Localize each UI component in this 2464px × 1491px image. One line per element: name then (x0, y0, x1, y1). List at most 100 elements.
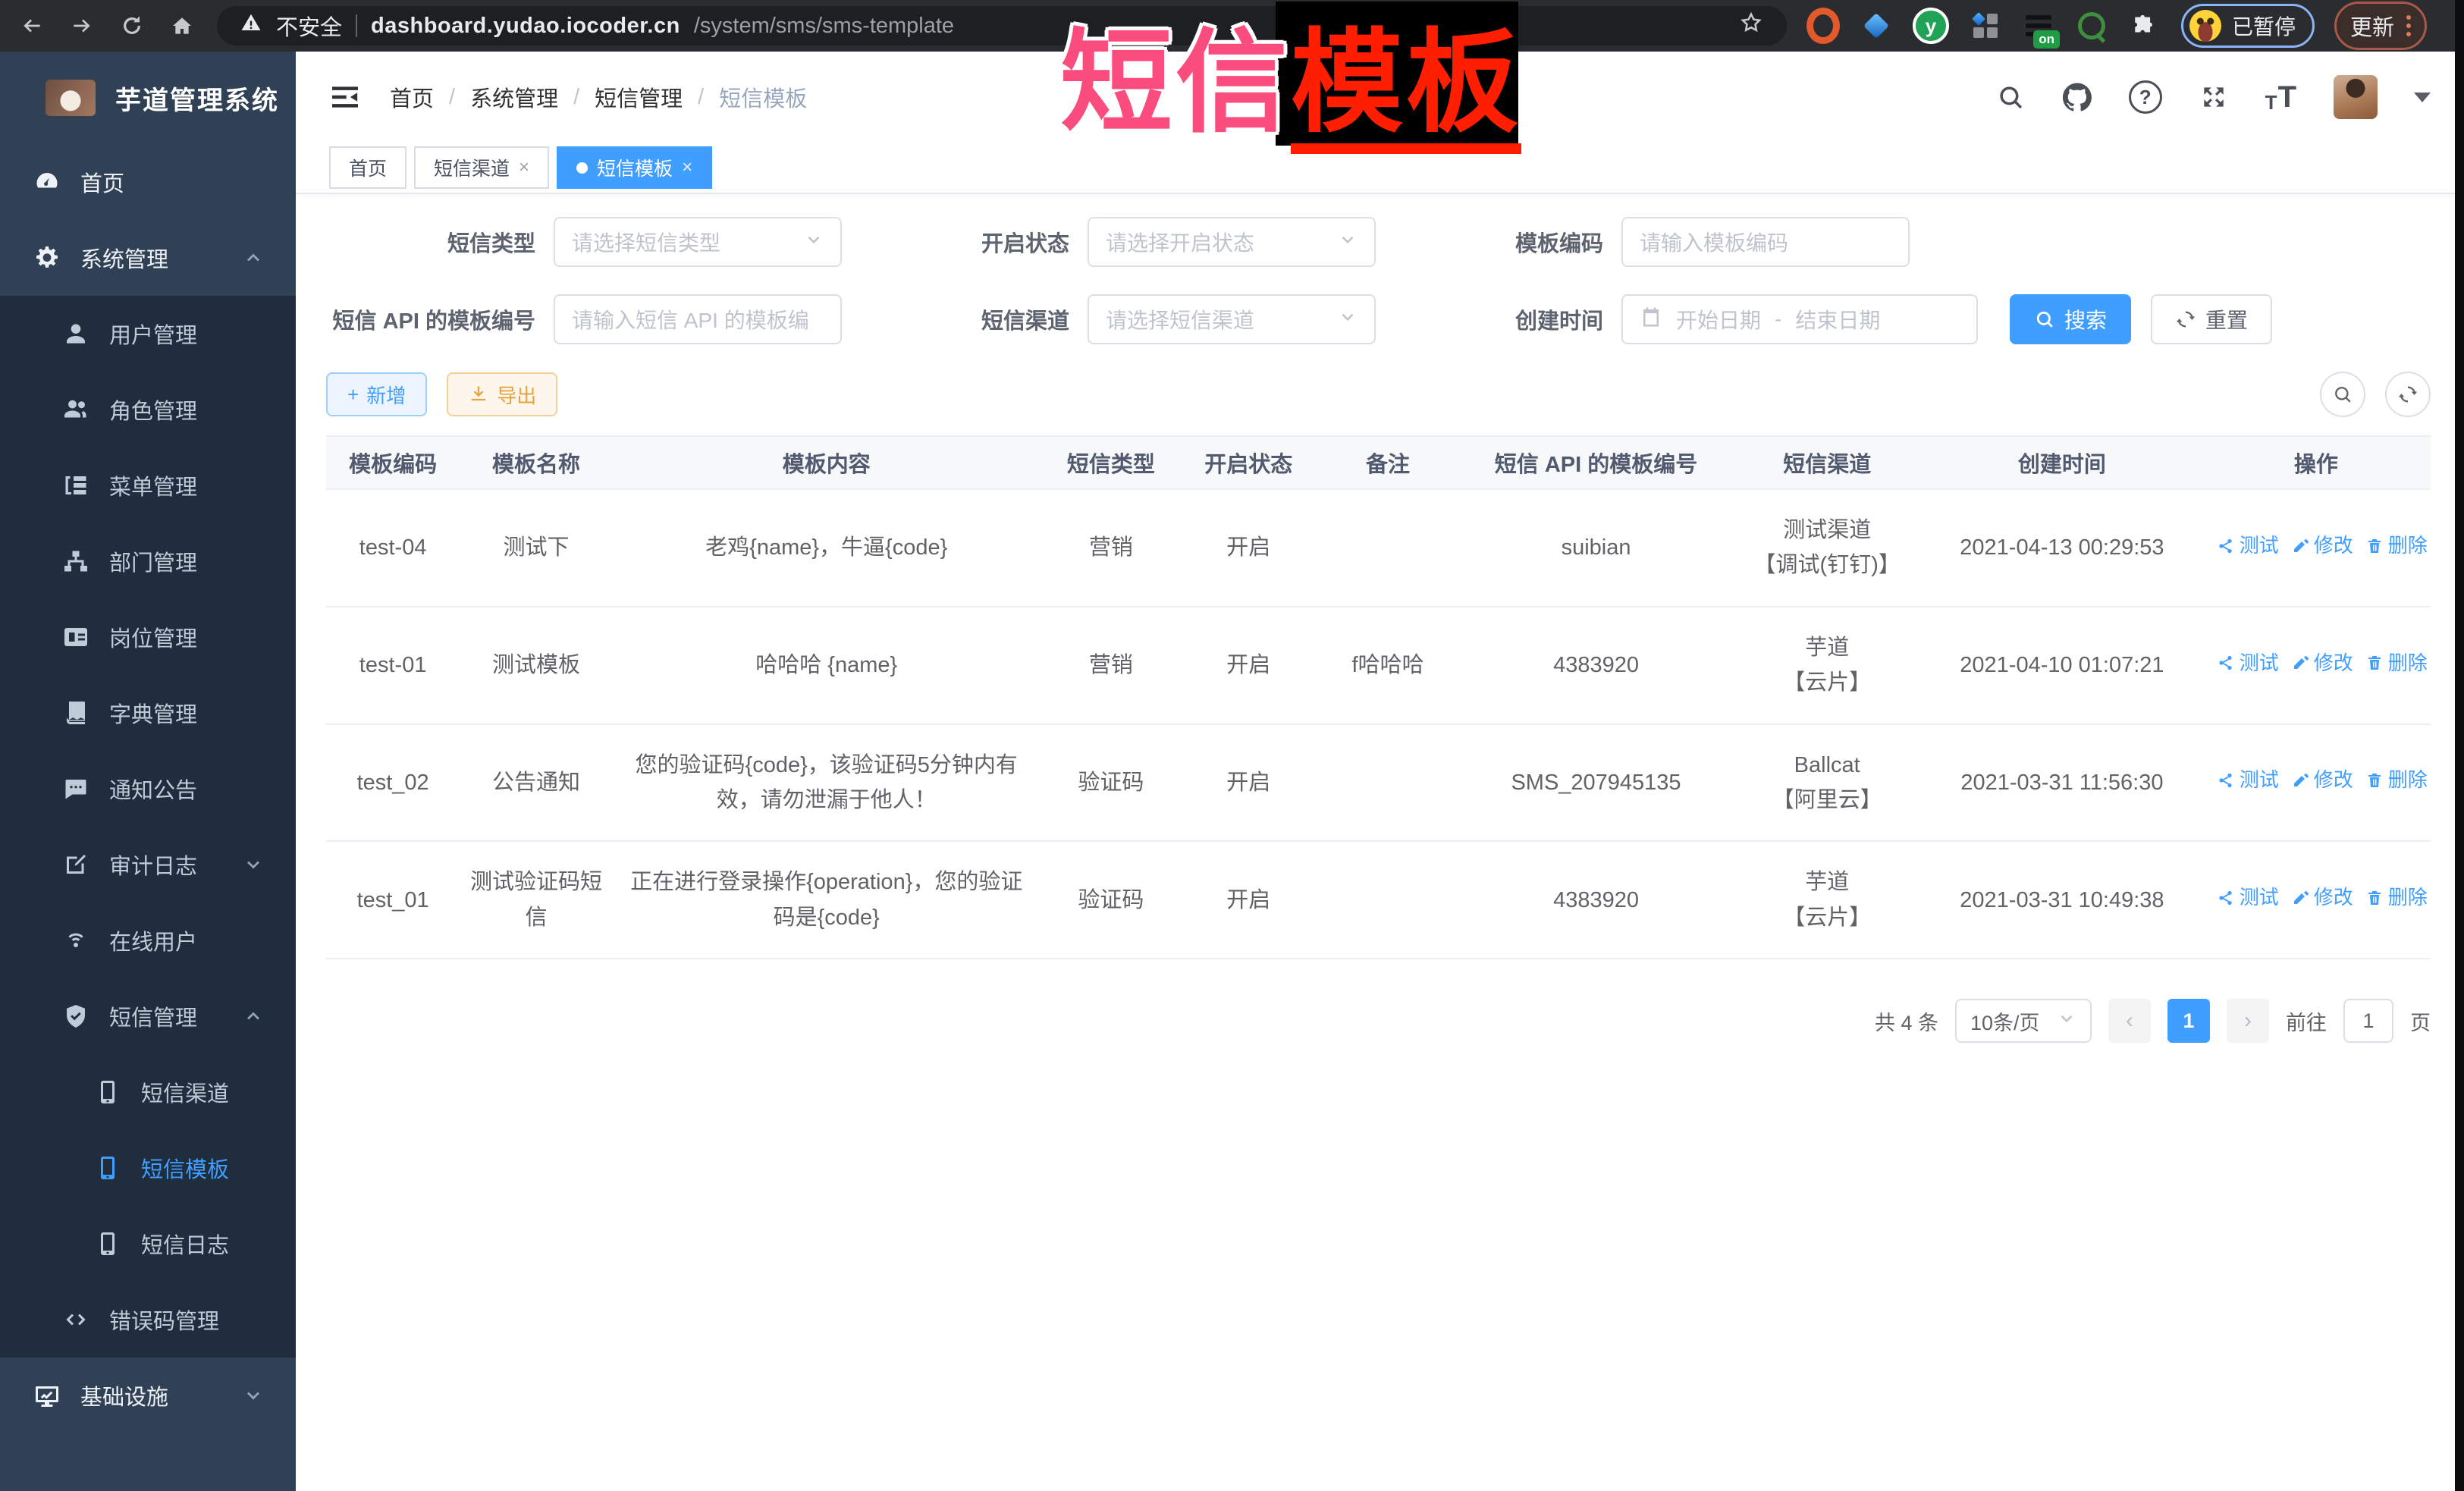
tab-sms-channel[interactable]: 短信渠道 × (414, 146, 549, 189)
filter-create-time: 创建时间 开始日期 - 结束日期 (1376, 294, 1978, 344)
refresh-button[interactable] (2385, 372, 2431, 417)
back-icon[interactable] (17, 11, 47, 41)
sidebar-item-label: 部门管理 (109, 545, 197, 577)
sidebar-item-system-mgmt[interactable]: 系统管理 (0, 220, 296, 296)
window-right-edge (2455, 0, 2464, 1491)
api-template-id-input[interactable]: 请输入短信 API 的模板编 (554, 294, 842, 344)
next-page-button[interactable]: › (2227, 999, 2269, 1043)
extensions-puzzle-icon[interactable] (2128, 9, 2161, 42)
bookmark-star-icon[interactable] (1738, 10, 1764, 42)
sidebar-item-dept-mgmt[interactable]: 部门管理 (0, 523, 296, 599)
template-code-input[interactable]: 请输入模板编码 (1621, 217, 1910, 267)
forward-icon[interactable] (67, 11, 97, 41)
search-icon[interactable] (1995, 82, 2026, 112)
font-size-icon[interactable]: TT (2265, 80, 2297, 115)
comment-icon (62, 775, 89, 802)
sidebar-item-label: 系统管理 (80, 242, 168, 274)
sidebar-item-notice[interactable]: 通知公告 (0, 751, 296, 827)
code-icon (62, 1306, 89, 1333)
ext-grid-icon[interactable] (1969, 9, 2002, 42)
browser-menu-icon[interactable] (2406, 15, 2411, 36)
close-icon[interactable]: × (682, 157, 692, 178)
sidebar-item-home[interactable]: 首页 (0, 144, 296, 220)
sidebar-item-role-mgmt[interactable]: 角色管理 (0, 372, 296, 447)
page-size-select[interactable]: 10条/页 (1955, 999, 2092, 1043)
browser-update-button[interactable]: 更新 (2334, 2, 2427, 50)
reset-button[interactable]: 重置 (2151, 294, 2272, 344)
edit-link[interactable]: 修改 (2291, 530, 2353, 562)
test-link[interactable]: 测试 (2217, 530, 2279, 562)
sidebar-item-infrastructure[interactable]: 基础设施 (0, 1358, 296, 1433)
export-button[interactable]: 导出 (447, 372, 557, 416)
sidebar-item-post-mgmt[interactable]: 岗位管理 (0, 599, 296, 675)
filter-channel: 短信渠道 请选择短信渠道 (842, 294, 1376, 344)
ext-orange-icon[interactable] (1806, 9, 1840, 42)
delete-link[interactable]: 删除 (2365, 530, 2428, 562)
date-range-picker[interactable]: 开始日期 - 结束日期 (1621, 294, 1978, 344)
sidebar-item-audit-log[interactable]: 审计日志 (0, 827, 296, 902)
search-button[interactable]: 搜索 (2010, 294, 2131, 344)
tab-home[interactable]: 首页 (329, 146, 406, 189)
cell-code: test_01 (326, 841, 460, 959)
sidebar-item-menu-mgmt[interactable]: 菜单管理 (0, 447, 296, 523)
sitemap-icon (62, 548, 89, 575)
edit-link[interactable]: 修改 (2291, 882, 2353, 914)
home-icon[interactable] (167, 11, 197, 41)
sidebar-item-user-mgmt[interactable]: 用户管理 (0, 296, 296, 372)
user-avatar[interactable] (2334, 75, 2378, 119)
add-button[interactable]: + 新增 (326, 372, 427, 416)
collapse-sidebar-icon[interactable] (329, 84, 361, 110)
help-icon[interactable]: ? (2129, 80, 2162, 114)
sidebar-item-sms-template[interactable]: 短信模板 (0, 1130, 296, 1206)
breadcrumb-separator: / (449, 85, 455, 110)
cell-actions: 测试修改删除 (2202, 489, 2431, 607)
browser-profile-button[interactable]: 已暂停 (2181, 4, 2315, 48)
not-secure-icon (240, 11, 262, 40)
download-icon (468, 384, 489, 405)
close-icon[interactable]: × (519, 157, 529, 178)
goto-page-input[interactable] (2343, 999, 2393, 1043)
status-select[interactable]: 请选择开启状态 (1088, 217, 1376, 267)
ext-list-icon[interactable]: on (2022, 9, 2055, 42)
col-header: 操作 (2202, 436, 2431, 489)
delete-link[interactable]: 删除 (2365, 648, 2428, 680)
delete-link[interactable]: 删除 (2365, 764, 2428, 796)
sidebar-item-dict-mgmt[interactable]: 字典管理 (0, 675, 296, 751)
breadcrumb-item[interactable]: 短信管理 (595, 81, 683, 113)
test-link[interactable]: 测试 (2217, 764, 2279, 796)
test-link[interactable]: 测试 (2217, 648, 2279, 680)
breadcrumb-item[interactable]: 系统管理 (470, 81, 558, 113)
tab-sms-template[interactable]: 短信模板 × (557, 146, 712, 189)
sidebar-item-online-users[interactable]: 在线用户 (0, 902, 296, 978)
gear-icon (33, 244, 61, 272)
cell-created-at: 2021-04-10 01:07:21 (1923, 607, 2202, 724)
breadcrumb-separator: / (698, 85, 704, 110)
fullscreen-icon[interactable] (2199, 82, 2229, 112)
signal-icon (62, 927, 89, 954)
sms-type-select[interactable]: 请选择短信类型 (554, 217, 842, 267)
sidebar-item-sms-log[interactable]: 短信日志 (0, 1206, 296, 1282)
show-search-button[interactable] (2320, 372, 2365, 417)
avatar-caret-icon[interactable] (2414, 93, 2431, 102)
edit-link[interactable]: 修改 (2291, 764, 2353, 796)
sidebar-item-sms-mgmt[interactable]: 短信管理 (0, 978, 296, 1054)
prev-page-button[interactable]: ‹ (2108, 999, 2151, 1043)
ext-gem-icon[interactable] (1860, 9, 1893, 42)
sidebar-item-label: 审计日志 (109, 849, 197, 880)
current-page[interactable]: 1 (2167, 999, 2210, 1043)
sidebar-item-error-code[interactable]: 错误码管理 (0, 1282, 296, 1358)
address-bar[interactable]: 不安全 dashboard.yudao.iocoder.cn /system/s… (217, 6, 1787, 46)
sidebar-item-sms-channel[interactable]: 短信渠道 (0, 1054, 296, 1130)
channel-select[interactable]: 请选择短信渠道 (1088, 294, 1376, 344)
test-link[interactable]: 测试 (2217, 882, 2279, 914)
reload-icon[interactable] (117, 11, 147, 41)
ext-y-icon[interactable]: y (1913, 8, 1949, 44)
app-logo[interactable]: 芋道管理系统 (0, 52, 296, 144)
breadcrumb-item[interactable]: 首页 (390, 81, 434, 113)
github-icon[interactable] (2062, 82, 2092, 112)
chevron-up-icon (243, 1006, 264, 1027)
edit-link[interactable]: 修改 (2291, 648, 2353, 680)
sidebar-item-label: 字典管理 (109, 697, 197, 729)
ext-magnifier-icon[interactable] (2075, 9, 2108, 42)
delete-link[interactable]: 删除 (2365, 882, 2428, 914)
